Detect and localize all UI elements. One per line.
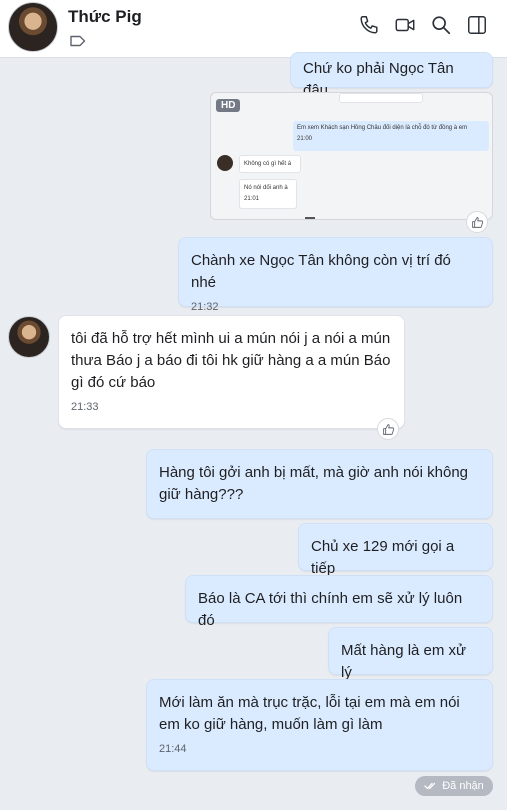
message-bubble[interactable]: Hàng tôi gởi anh bị mất, mà giờ anh nói …: [146, 449, 493, 519]
reaction-button[interactable]: [377, 418, 399, 440]
message-text: Chành xe Ngọc Tân không còn vị trí đó nh…: [191, 252, 451, 291]
message-text: Mất hàng là em xử lý: [341, 642, 467, 681]
hd-badge: HD: [216, 99, 241, 112]
double-check-icon: [424, 782, 436, 790]
message-bubble[interactable]: Chủ xe 129 mới gọi a tiếp: [298, 523, 493, 577]
message-text: Mới làm ăn mà trục trặc, lỗi tại em mà e…: [159, 694, 460, 733]
tag-icon[interactable]: [70, 35, 86, 47]
message-bubble[interactable]: Chứ ko phải Ngọc Tân đâu: [290, 52, 493, 99]
message-text: tôi đã hỗ trợ hết mình ui a mún nói j a …: [71, 330, 391, 391]
image-content-text: Nó nói dối anh à: [244, 185, 288, 191]
message-bubble[interactable]: Chành xe Ngọc Tân không còn vị trí đó nh…: [178, 237, 493, 313]
image-content: Không có gì hết á: [239, 155, 301, 173]
delivery-status-badge: Đã nhận: [415, 776, 493, 796]
image-content-text: 21:01: [244, 196, 260, 202]
contact-avatar[interactable]: [8, 2, 58, 52]
message-bubble[interactable]: tôi đã hỗ trợ hết mình ui a mún nói j a …: [58, 315, 405, 429]
delivery-status-label: Đã nhận: [442, 780, 484, 792]
message-time: 21:44: [159, 743, 187, 755]
phone-icon[interactable]: [358, 14, 380, 36]
image-message[interactable]: HD Em xem Khách sạn Hồng Châu đối diện l…: [210, 92, 493, 220]
message-text: Chủ xe 129 mới gọi a tiếp: [311, 538, 455, 577]
image-content-text: Em xem Khách sạn Hồng Châu đối diện là c…: [297, 125, 468, 131]
message-time: 21:32: [191, 301, 219, 313]
image-content: [217, 155, 233, 171]
sender-avatar[interactable]: [8, 316, 50, 358]
sidebar-toggle-icon[interactable]: [466, 14, 488, 36]
image-content-text: 21:00: [297, 136, 313, 142]
image-content: Em xem Khách sạn Hồng Châu đối diện là c…: [293, 121, 489, 151]
message-bubble[interactable]: Mất hàng là em xử lý: [328, 627, 493, 681]
video-call-icon[interactable]: [394, 14, 416, 36]
image-content-text: Không có gì hết á: [244, 161, 292, 167]
thumbs-up-icon: [471, 216, 483, 228]
image-content: [339, 93, 423, 103]
contact-name[interactable]: Thức Pig: [68, 7, 142, 27]
message-text: Hàng tôi gởi anh bị mất, mà giờ anh nói …: [159, 464, 469, 503]
image-content: Nó nói dối anh à 21:01: [239, 179, 297, 209]
message-text: Báo là CA tới thì chính em sẽ xử lý luôn…: [198, 590, 463, 629]
message-bubble[interactable]: Báo là CA tới thì chính em sẽ xử lý luôn…: [185, 575, 493, 629]
chat-header: Thức Pig: [0, 0, 507, 58]
message-time: 21:33: [71, 401, 99, 413]
search-icon[interactable]: [430, 14, 452, 36]
message-bubble[interactable]: Mới làm ăn mà trục trặc, lỗi tại em mà e…: [146, 679, 493, 771]
image-content: [305, 217, 315, 219]
thumbs-up-icon: [382, 423, 394, 435]
reaction-button[interactable]: [466, 211, 488, 233]
